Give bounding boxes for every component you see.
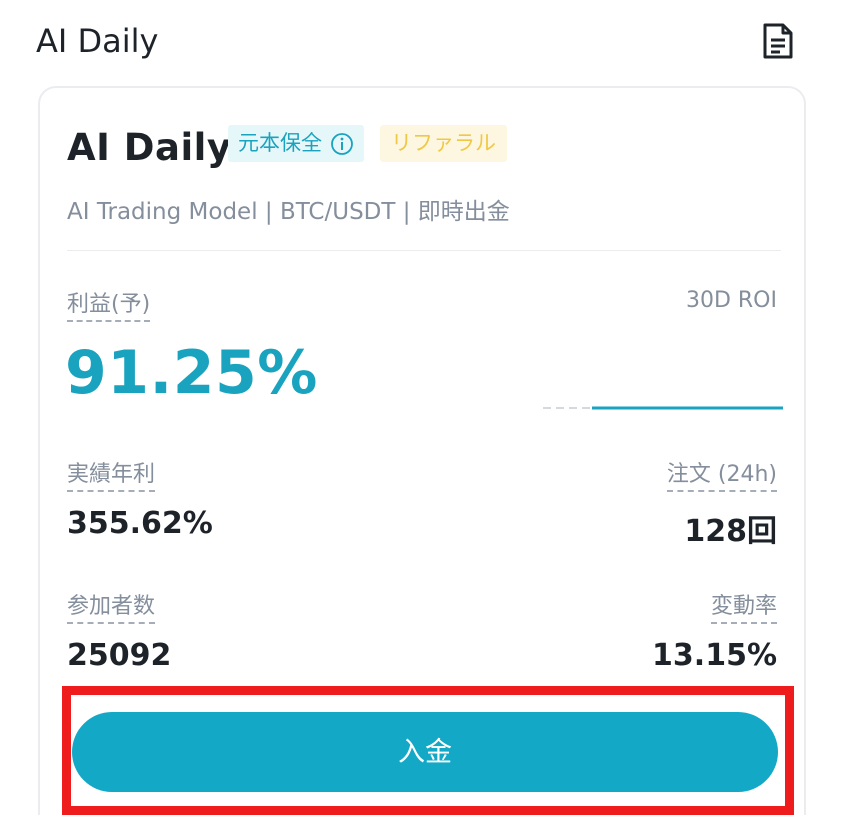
profit-value: 91.25% [65, 338, 318, 408]
roi-sparkline [543, 406, 783, 410]
participants-value: 25092 [67, 638, 172, 673]
volatility-label[interactable]: 変動率 [710, 588, 777, 624]
deposit-button[interactable]: 入金 [72, 712, 778, 792]
card-subtitle: AI Trading Model | BTC/USDT | 即時出金 [67, 199, 510, 225]
roi-period-label: 30D ROI [685, 288, 777, 313]
volatility-value: 13.15% [652, 638, 777, 673]
page-title: AI Daily [36, 22, 159, 60]
annual-yield-value: 355.62% [67, 506, 213, 541]
annual-yield-label[interactable]: 実績年利 [67, 456, 156, 492]
referral-badge: リファラル [380, 125, 507, 162]
orders-24h-label[interactable]: 注文 (24h) [666, 456, 777, 492]
profit-label[interactable]: 利益(予) [67, 286, 151, 322]
card-title: AI Daily [67, 126, 232, 169]
info-icon[interactable] [330, 132, 354, 156]
document-icon[interactable] [760, 22, 796, 60]
participants-label[interactable]: 参加者数 [67, 588, 156, 624]
orders-24h-value: 128回 [684, 514, 777, 549]
product-card[interactable]: AI Daily 元本保全 リファラル AI Trading Model | B… [38, 86, 806, 815]
divider [67, 250, 781, 251]
principal-protected-badge[interactable]: 元本保全 [228, 125, 364, 162]
principal-protected-label: 元本保全 [238, 131, 322, 155]
